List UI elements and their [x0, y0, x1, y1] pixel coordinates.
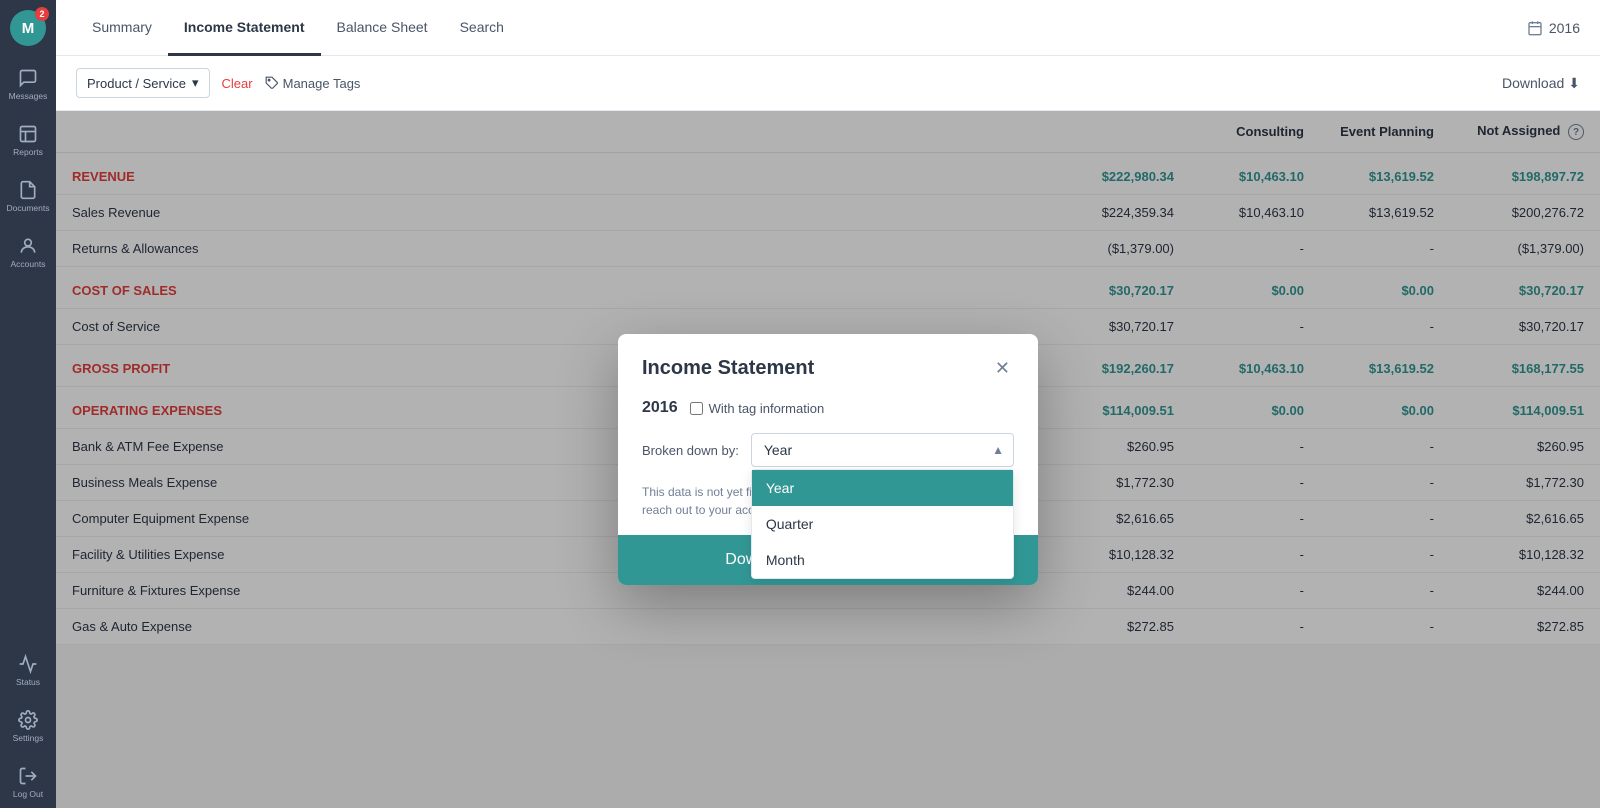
tab-balance-sheet[interactable]: Balance Sheet [321, 1, 444, 56]
tag-icon [265, 76, 279, 90]
broken-down-select[interactable]: Year [751, 433, 1014, 467]
option-quarter[interactable]: Quarter [752, 506, 1013, 542]
sidebar-item-accounts[interactable]: Accounts [4, 226, 52, 278]
accounts-label: Accounts [11, 259, 46, 269]
modal-close-button[interactable]: ✕ [991, 354, 1014, 383]
filter-bar: Product / Service ▾ Clear Manage Tags Do… [56, 56, 1600, 111]
tab-income-statement[interactable]: Income Statement [168, 1, 321, 56]
product-service-dropdown[interactable]: Product / Service ▾ [76, 68, 210, 98]
modal-year: 2016 [642, 399, 678, 417]
modal-body: 2016 With tag information Broken down by… [618, 399, 1038, 535]
tab-search[interactable]: Search [444, 1, 520, 56]
settings-label: Settings [13, 733, 44, 743]
accounts-icon [18, 236, 38, 256]
avatar[interactable]: M 2 [10, 10, 46, 46]
main-content: Summary Income Statement Balance Sheet S… [56, 0, 1600, 808]
modal-header: Income Statement ✕ [618, 334, 1038, 399]
chevron-down-icon: ▾ [192, 75, 199, 91]
documents-icon [18, 180, 38, 200]
dropdown-label: Product / Service [87, 76, 186, 91]
modal-title: Income Statement [642, 357, 814, 380]
with-tag-checkbox-label[interactable]: With tag information [690, 401, 825, 416]
sidebar-item-logout[interactable]: Log Out [4, 756, 52, 808]
clear-button[interactable]: Clear [222, 76, 253, 91]
modal-overlay: Income Statement ✕ 2016 With tag informa… [56, 111, 1600, 808]
download-label: Download [1502, 75, 1564, 91]
filter-right: Download ⬇ [1502, 75, 1580, 92]
top-nav: Summary Income Statement Balance Sheet S… [56, 0, 1600, 56]
logout-icon [18, 766, 38, 786]
status-label: Status [16, 677, 40, 687]
year-value: 2016 [1549, 20, 1580, 36]
sidebar-item-messages[interactable]: Messages [4, 58, 52, 110]
with-tag-checkbox[interactable] [690, 402, 703, 415]
tab-summary[interactable]: Summary [76, 1, 168, 56]
year-display: 2016 [1527, 20, 1580, 36]
select-wrapper: Year ▲ Year Quarter Month [751, 433, 1014, 467]
nav-right: 2016 [1527, 20, 1580, 36]
breakdown-dropdown: Year Quarter Month [751, 469, 1014, 579]
sidebar: M 2 Messages Reports Documents Accounts … [0, 0, 56, 808]
sidebar-item-status[interactable]: Status [4, 644, 52, 696]
sidebar-item-reports[interactable]: Reports [4, 114, 52, 166]
reports-label: Reports [13, 147, 43, 157]
manage-tags-label: Manage Tags [283, 76, 361, 91]
modal-year-row: 2016 With tag information [642, 399, 1014, 417]
settings-icon [18, 710, 38, 730]
download-button[interactable]: Download ⬇ [1502, 75, 1580, 92]
documents-label: Documents [7, 203, 50, 213]
message-badge: 2 [35, 7, 49, 21]
message-icon [18, 68, 38, 88]
sidebar-item-documents[interactable]: Documents [4, 170, 52, 222]
with-tag-label: With tag information [709, 401, 825, 416]
calendar-icon [1527, 20, 1543, 36]
manage-tags-button[interactable]: Manage Tags [265, 76, 361, 91]
reports-icon [18, 124, 38, 144]
messages-label: Messages [9, 91, 48, 101]
download-arrow-icon: ⬇ [1568, 75, 1580, 92]
status-icon [18, 654, 38, 674]
income-statement-modal: Income Statement ✕ 2016 With tag informa… [618, 334, 1038, 585]
report-content: Consulting Event Planning Not Assigned ?… [56, 111, 1600, 808]
option-month[interactable]: Month [752, 542, 1013, 578]
broken-down-row: Broken down by: Year ▲ Year Quarter Mont… [642, 433, 1014, 467]
logout-label: Log Out [13, 789, 43, 799]
sidebar-item-settings[interactable]: Settings [4, 700, 52, 752]
option-year[interactable]: Year [752, 470, 1013, 506]
broken-down-label: Broken down by: [642, 443, 739, 458]
